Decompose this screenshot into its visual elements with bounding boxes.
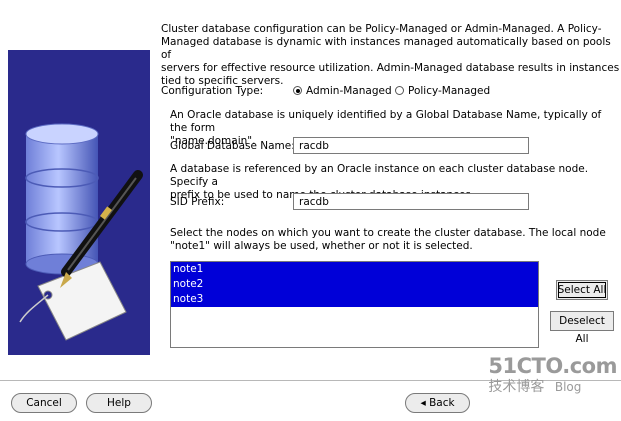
radio-policy-managed[interactable]: Policy-Managed — [395, 85, 490, 97]
list-item[interactable]: note2 — [171, 277, 538, 292]
nodes-description: Select the nodes on which you want to cr… — [170, 227, 606, 252]
database-pen-icon — [19, 123, 143, 341]
list-item[interactable]: note3 — [171, 292, 538, 307]
sid-prefix-label: SID Prefix: — [170, 196, 225, 208]
global-db-label: Global Database Name: — [170, 140, 295, 152]
cancel-button[interactable]: Cancel — [11, 393, 77, 413]
wizard-illustration — [8, 50, 150, 355]
deselect-all-button[interactable]: Deselect All — [550, 311, 614, 345]
radio-admin-managed[interactable]: Admin-Managed — [293, 85, 392, 97]
select-all-button[interactable]: Select All — [556, 280, 608, 300]
back-button[interactable]: ◂ Back — [405, 393, 470, 413]
global-db-name-input[interactable]: racdb — [293, 137, 529, 154]
radio-selected-icon — [293, 86, 302, 95]
sid-prefix-input[interactable]: racdb — [293, 193, 529, 210]
list-item[interactable]: note1 — [171, 262, 538, 277]
node-list[interactable]: note1 note2 note3 — [170, 261, 539, 348]
help-button[interactable]: Help — [86, 393, 152, 413]
chevron-left-icon: ◂ — [420, 397, 426, 409]
description-text: Cluster database configuration can be Po… — [161, 23, 620, 87]
radio-unselected-icon — [395, 86, 404, 95]
config-type-label: Configuration Type: — [161, 85, 264, 97]
watermark: 51CTO.com 技术博客 Blog — [488, 354, 617, 395]
